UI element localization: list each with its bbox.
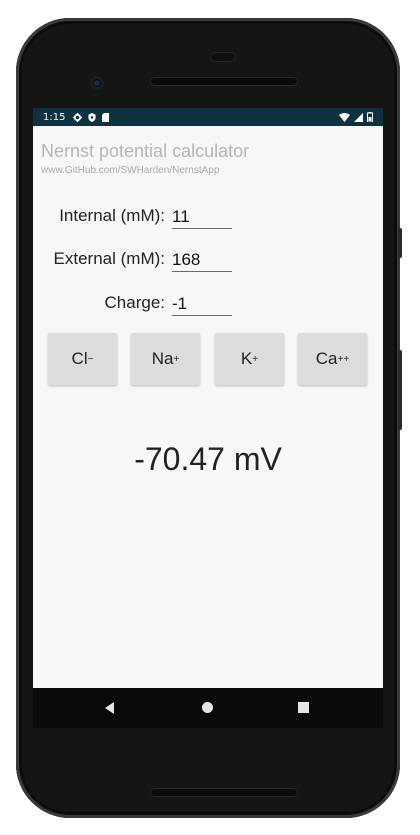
sd-card-icon (102, 112, 110, 122)
result-value: -70.47 mV (134, 441, 282, 477)
internal-label: Internal (mM): (59, 206, 165, 225)
chloride-button[interactable]: Cl − (48, 333, 117, 385)
chloride-label: Cl (71, 349, 88, 368)
recents-icon[interactable] (298, 702, 309, 713)
status-bar: 1:15 (33, 108, 383, 126)
back-icon[interactable] (105, 702, 114, 714)
front-camera (90, 76, 104, 90)
calcium-charge: ++ (337, 353, 350, 365)
external-input[interactable] (172, 249, 232, 272)
signal-icon (354, 112, 363, 122)
shield-icon (88, 112, 97, 122)
phone-top-slot (210, 52, 236, 62)
app-subtitle[interactable]: www.GitHub.com/SWHarden/NernstApp (41, 165, 219, 176)
sodium-button[interactable]: Na + (131, 333, 200, 385)
wifi-icon (339, 112, 350, 122)
gear-icon (73, 112, 83, 122)
charge-input[interactable] (172, 293, 232, 316)
home-icon[interactable] (202, 702, 213, 713)
navigation-bar (33, 688, 383, 728)
potassium-button[interactable]: K + (215, 333, 284, 385)
bottom-speaker (150, 788, 298, 797)
charge-label: Charge: (104, 293, 165, 312)
calcium-label: Ca (315, 349, 338, 368)
external-label: External (mM): (53, 249, 165, 268)
sodium-label: Na (151, 349, 174, 368)
battery-icon (367, 112, 373, 122)
sodium-charge: + (173, 353, 180, 365)
app-screen: 1:15 Nernst potential calculator www.Git… (33, 108, 383, 688)
earpiece-speaker (150, 77, 298, 86)
calcium-button[interactable]: Ca ++ (298, 333, 367, 385)
potassium-label: K (240, 349, 253, 368)
chloride-charge: − (87, 353, 94, 365)
power-button (398, 350, 402, 430)
internal-input[interactable] (172, 206, 232, 229)
potassium-charge: + (252, 353, 259, 365)
status-time: 1:15 (43, 111, 66, 123)
volume-button (398, 228, 402, 258)
app-title: Nernst potential calculator (41, 141, 250, 161)
